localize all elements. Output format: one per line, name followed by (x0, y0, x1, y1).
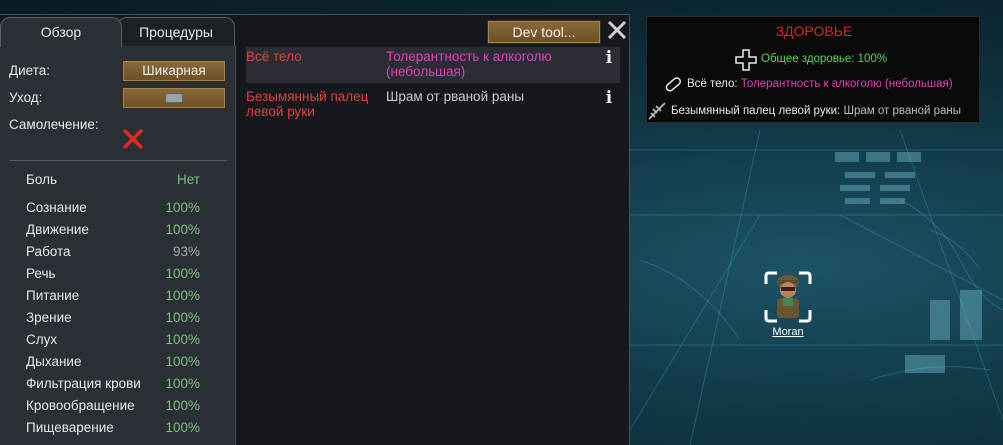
condition-label: Толерантность к алкоголю (небольшая) (386, 49, 552, 79)
capacity-value: Нет (177, 172, 200, 187)
capacity-name: Сознание (26, 200, 87, 215)
capacity-row[interactable]: Работа 93% (26, 244, 206, 266)
capacity-row[interactable]: Пищеварение 100% (26, 420, 206, 442)
capacity-value: 100% (165, 288, 200, 303)
capacity-value: 93% (172, 244, 200, 259)
divider (9, 160, 227, 161)
diet-dropdown-button[interactable]: Шикарная (122, 60, 226, 82)
pawn-name-label[interactable]: Moran (760, 326, 816, 338)
capacity-name: Боль (26, 172, 57, 187)
capacity-value: 100% (165, 398, 200, 413)
body-part-label: Безымянный палец левой руки (246, 89, 369, 119)
tooltip-title: ЗДОРОВЬЕ (775, 23, 853, 39)
red-x-icon[interactable] (122, 128, 144, 150)
body-part-label: Всё тело (246, 49, 302, 64)
medical-care-button[interactable] (122, 87, 226, 109)
capacity-row[interactable]: Дыхание 100% (26, 354, 206, 376)
capacity-name: Движение (26, 222, 89, 237)
overview-panel: Диета: Шикарная Уход: Самолечение: Боль Н… (0, 46, 236, 445)
pawn-sprite[interactable] (763, 270, 813, 324)
capacity-value: 100% (165, 376, 200, 391)
capacity-value: 100% (165, 266, 200, 281)
capacity-row[interactable]: Движение 100% (26, 222, 206, 244)
tab-bar: Процедуры Обзор (0, 15, 236, 47)
capacity-value: 100% (165, 222, 200, 237)
capacity-value: 100% (165, 332, 200, 347)
tooltip-overall-health: Общее здоровье: 100% (761, 53, 888, 65)
pill-icon (665, 77, 682, 92)
tab-overview[interactable]: Обзор (0, 17, 122, 47)
capacity-row[interactable]: Боль Нет (26, 172, 206, 194)
tooltip-part-1: Всё тело: (687, 78, 738, 90)
capacity-value: 100% (165, 200, 200, 215)
capacity-value: 100% (165, 420, 200, 435)
capacity-row[interactable]: Кровообращение 100% (26, 398, 206, 420)
capacity-value: 100% (165, 354, 200, 369)
diet-label: Диета: (9, 63, 51, 78)
health-window: Процедуры Обзор Диета: Шикарная Уход: Са… (0, 14, 630, 445)
capacity-name: Дыхание (26, 354, 82, 369)
tooltip-condition-2: Шрам от рваной раны (843, 105, 962, 117)
capacity-name: Кровообращение (26, 398, 135, 413)
capacity-name: Слух (26, 332, 58, 347)
dev-tool-button[interactable]: Dev tool... (487, 20, 601, 44)
capacity-row[interactable]: Питание 100% (26, 288, 206, 310)
capacity-name: Речь (26, 266, 56, 281)
care-label: Уход: (9, 90, 43, 105)
capacity-name: Питание (26, 288, 80, 303)
info-icon[interactable]: i (604, 89, 614, 107)
capacity-value: 100% (165, 310, 200, 325)
scar-icon (648, 102, 666, 120)
tooltip-part-2: Безымянный палец левой руки: (671, 105, 841, 117)
capacity-name: Пищеварение (26, 420, 114, 435)
tab-operations[interactable]: Процедуры (117, 17, 235, 47)
capacity-name: Работа (26, 244, 71, 259)
capacity-row[interactable]: Сознание 100% (26, 200, 206, 222)
health-row[interactable]: Безымянный палец левой руки Шрам от рван… (246, 87, 620, 123)
condition-label: Шрам от рваной раны (386, 89, 525, 104)
medical-care-icon (165, 93, 183, 103)
self-tend-label: Самолечение: (9, 117, 99, 132)
health-tooltip: ЗДОРОВЬЕ Общее здоровье: 100% Всё тело: … (646, 16, 980, 123)
capacity-name: Фильтрация крови (26, 376, 141, 391)
info-icon[interactable]: i (604, 49, 614, 67)
capacity-row[interactable]: Фильтрация крови 100% (26, 376, 206, 398)
capacity-name: Зрение (26, 310, 72, 325)
close-icon[interactable] (606, 19, 628, 41)
capacity-row[interactable]: Зрение 100% (26, 310, 206, 332)
capacity-row[interactable]: Слух 100% (26, 332, 206, 354)
health-row[interactable]: Всё тело Толерантность к алкоголю (небол… (246, 47, 620, 83)
tooltip-condition-1: Толерантность к алкоголю (небольшая) (740, 78, 953, 90)
health-cross-icon (735, 49, 757, 71)
capacity-row[interactable]: Речь 100% (26, 266, 206, 288)
